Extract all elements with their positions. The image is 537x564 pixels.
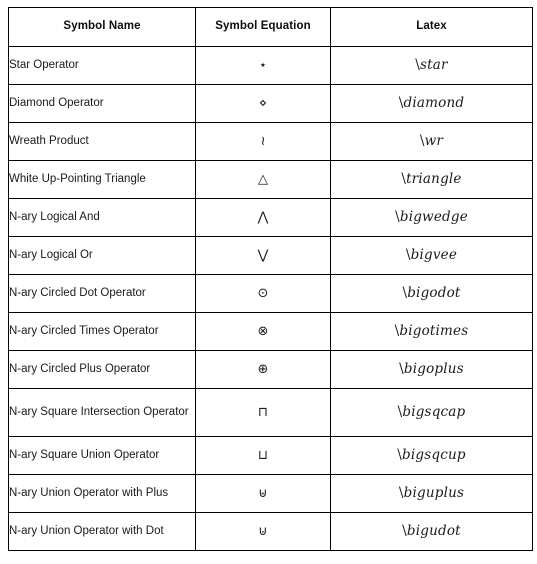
table-row: N-ary Logical Or ⋁ \bigvee bbox=[8, 236, 533, 275]
latex-backslash: \ bbox=[398, 485, 404, 502]
latex-backslash: \ bbox=[419, 133, 425, 150]
cell-latex-command: \wr bbox=[330, 122, 533, 161]
table-body: Star Operator ⋆ \star Diamond Operator ⋄ \dia… bbox=[8, 46, 533, 551]
cell-latex-command: \bigudot bbox=[330, 512, 533, 551]
table-row: Wreath Product ≀ \wr bbox=[8, 122, 533, 161]
table-row: White Up-Pointing Triangle △ \triangle bbox=[8, 160, 533, 199]
latex-backslash: \ bbox=[395, 209, 400, 226]
cell-symbol-equation: ⊍ bbox=[195, 512, 331, 551]
cell-symbol-equation: ⋀ bbox=[195, 198, 331, 237]
table-row: N-ary Union Operator with Plus ⊎ \biguplus bbox=[8, 474, 533, 513]
column-header-latex: Latex bbox=[330, 7, 533, 47]
cell-symbol-equation: ≀ bbox=[195, 122, 331, 161]
table-row: N-ary Square Intersection Operator ⊓ \bigs… bbox=[8, 388, 533, 437]
cell-latex-command: \bigodot bbox=[330, 274, 533, 313]
cell-symbol-name: N-ary Square Intersection Operator bbox=[8, 388, 196, 437]
cell-symbol-name: Diamond Operator bbox=[8, 84, 196, 123]
cell-symbol-name: N-ary Union Operator with Dot bbox=[8, 512, 196, 551]
cell-latex-command: \bigsqcup bbox=[330, 436, 533, 475]
cell-symbol-name: N-ary Union Operator with Plus bbox=[8, 474, 196, 513]
latex-backslash: \ bbox=[399, 361, 404, 378]
symbol-reference-table: Symbol Name Symbol Equation Latex Star O… bbox=[8, 7, 533, 551]
cell-symbol-equation: ⊗ bbox=[195, 312, 331, 351]
table-row: N-ary Circled Times Operator ⊗ \bigotimes bbox=[8, 312, 533, 351]
cell-symbol-equation: △ bbox=[195, 160, 331, 199]
cell-symbol-equation: ⋄ bbox=[195, 84, 331, 123]
latex-backslash: \ bbox=[397, 404, 403, 421]
column-header-symbol-equation: Symbol Equation bbox=[195, 7, 331, 47]
cell-latex-command: \triangle bbox=[330, 160, 533, 199]
cell-symbol-name: White Up-Pointing Triangle bbox=[8, 160, 196, 199]
cell-symbol-equation: ⋁ bbox=[195, 236, 331, 275]
latex-backslash: \ bbox=[402, 523, 407, 540]
latex-backslash: \ bbox=[398, 95, 404, 112]
cell-latex-command: \bigotimes bbox=[330, 312, 533, 351]
table-row: Star Operator ⋆ \star bbox=[8, 46, 533, 85]
latex-backslash: \ bbox=[405, 247, 411, 264]
column-header-symbol-name: Symbol Name bbox=[8, 7, 196, 47]
table-row: N-ary Union Operator with Dot ⊍ \bigudot bbox=[8, 512, 533, 551]
latex-backslash: \ bbox=[401, 171, 407, 188]
table-row: N-ary Square Union Operator ⊔ \bigsqcup bbox=[8, 436, 533, 475]
latex-backslash: \ bbox=[415, 57, 421, 74]
cell-latex-command: \star bbox=[330, 46, 533, 85]
table-row: N-ary Logical And ⋀ \bigwedge bbox=[8, 198, 533, 237]
table-header-row: Symbol Name Symbol Equation Latex bbox=[8, 7, 533, 47]
latex-backslash: \ bbox=[402, 285, 408, 302]
cell-symbol-equation: ⊔ bbox=[195, 436, 331, 475]
table-header: Symbol Name Symbol Equation Latex bbox=[8, 7, 533, 47]
cell-symbol-name: Star Operator bbox=[8, 46, 196, 85]
table-row: N-ary Circled Plus Operator ⊕ \bigoplus bbox=[8, 350, 533, 389]
latex-backslash: \ bbox=[397, 447, 403, 464]
cell-latex-command: \bigvee bbox=[330, 236, 533, 275]
table-row: Diamond Operator ⋄ \diamond bbox=[8, 84, 533, 123]
cell-symbol-equation: ⊎ bbox=[195, 474, 331, 513]
cell-symbol-name: N-ary Circled Times Operator bbox=[8, 312, 196, 351]
cell-latex-command: \bigoplus bbox=[330, 350, 533, 389]
cell-symbol-equation: ⊙ bbox=[195, 274, 331, 313]
cell-latex-command: \bigwedge bbox=[330, 198, 533, 237]
cell-symbol-equation: ⊕ bbox=[195, 350, 331, 389]
cell-symbol-equation: ⋆ bbox=[195, 46, 331, 85]
cell-symbol-name: N-ary Logical And bbox=[8, 198, 196, 237]
page-root: Symbol Name Symbol Equation Latex Star O… bbox=[0, 0, 537, 564]
cell-symbol-name: Wreath Product bbox=[8, 122, 196, 161]
table-row: N-ary Circled Dot Operator ⊙ \bigodot bbox=[8, 274, 533, 313]
cell-symbol-name: N-ary Square Union Operator bbox=[8, 436, 196, 475]
cell-symbol-name: N-ary Circled Dot Operator bbox=[8, 274, 196, 313]
cell-symbol-name: N-ary Logical Or bbox=[8, 236, 196, 275]
cell-latex-command: \bigsqcap bbox=[330, 388, 533, 437]
latex-backslash: \ bbox=[394, 323, 400, 340]
cell-latex-command: \diamond bbox=[330, 84, 533, 123]
cell-latex-command: \biguplus bbox=[330, 474, 533, 513]
cell-symbol-name: N-ary Circled Plus Operator bbox=[8, 350, 196, 389]
cell-symbol-equation: ⊓ bbox=[195, 388, 331, 437]
